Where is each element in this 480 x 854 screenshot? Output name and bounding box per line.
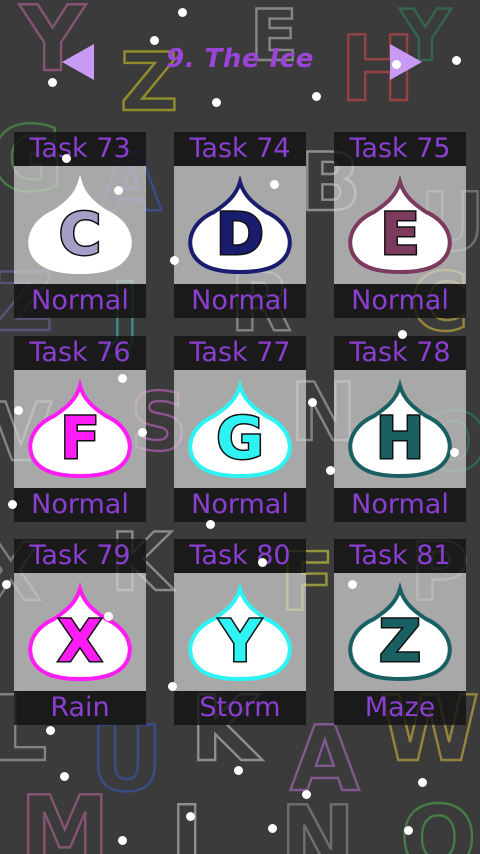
badge-letter: F [60,404,100,472]
snowflake [118,374,127,383]
task-label: Task 76 [14,336,146,370]
snowflake [104,612,113,621]
snowflake [212,98,221,107]
letter-badge-icon: G [188,378,292,479]
badge-letter: E [380,200,420,268]
task-label: Task 77 [174,336,306,370]
task-mode: Normal [174,284,306,318]
snowflake [270,180,279,189]
task-card[interactable]: Task 78 H Normal [334,336,466,522]
snowflake [258,558,267,567]
task-mode: Normal [14,284,146,318]
svg-text:N: N [280,787,355,854]
snowflake [2,580,11,589]
task-card[interactable]: Task 77 G Normal [174,336,306,522]
task-mode: Maze [334,691,466,725]
snowflake [404,826,413,835]
badge-letter: C [59,200,102,268]
badge-letter: X [58,607,103,675]
snowflake [302,790,311,799]
task-mode: Normal [14,488,146,522]
task-card[interactable]: Task 76 F Normal [14,336,146,522]
snowflake [308,398,317,407]
snowflake [150,36,159,45]
snowflake [8,500,17,509]
badge-letter: Y [218,607,262,675]
snowflake [48,78,57,87]
task-label: Task 74 [174,132,306,166]
task-card[interactable]: Task 75 E Normal [334,132,466,318]
letter-badge-icon: H [348,378,452,479]
snowflake [186,812,195,821]
snowflake [170,256,179,265]
badge-letter: D [216,200,264,268]
snowflake [14,406,23,415]
letter-badge-icon: D [188,174,292,275]
task-label: Task 81 [334,539,466,573]
task-card[interactable]: Task 79 X Rain [14,539,146,725]
task-mode: Normal [174,488,306,522]
task-mode: Rain [14,691,146,725]
letter-badge-icon: Z [348,581,452,682]
snowflake [450,448,459,457]
task-label: Task 80 [174,539,306,573]
svg-text:J: J [164,787,204,854]
snowflake [60,772,69,781]
snowflake [270,240,279,249]
snowflake [418,778,427,787]
task-label: Task 78 [334,336,466,370]
snowflake [268,824,277,833]
task-label: Task 75 [334,132,466,166]
snowflake [62,154,71,163]
svg-text:M: M [20,777,110,854]
snowflake [312,92,321,101]
snowflake [118,836,127,845]
snowflake [398,330,407,339]
snowflake [138,428,147,437]
svg-text:Q: Q [400,787,477,854]
task-label: Task 79 [14,539,146,573]
task-card[interactable]: Task 81 Z Maze [334,539,466,725]
letter-badge-icon: F [28,378,132,479]
badge-letter: Z [379,607,421,675]
badge-letter: G [216,404,264,472]
snowflake [114,186,123,195]
snowflake [326,466,335,475]
snowflake [206,520,215,529]
level-header: 9. The Ice [0,30,480,92]
task-mode: Storm [174,691,306,725]
task-mode: Normal [334,284,466,318]
task-card[interactable]: Task 80 Y Storm [174,539,306,725]
task-card[interactable]: Task 74 D Normal [174,132,306,318]
task-label: Task 73 [14,132,146,166]
snowflake [234,766,243,775]
snowflake [46,726,55,735]
letter-badge-icon: X [28,581,132,682]
snowflake [392,60,401,69]
snowflake [348,580,357,589]
task-card[interactable]: Task 73 C Normal [14,132,146,318]
snowflake [168,682,177,691]
letter-badge-icon: E [348,174,452,275]
letter-badge-icon: Y [188,581,292,682]
badge-letter: H [376,404,425,472]
snowflake [178,8,187,17]
snowflake [452,56,461,65]
task-mode: Normal [334,488,466,522]
